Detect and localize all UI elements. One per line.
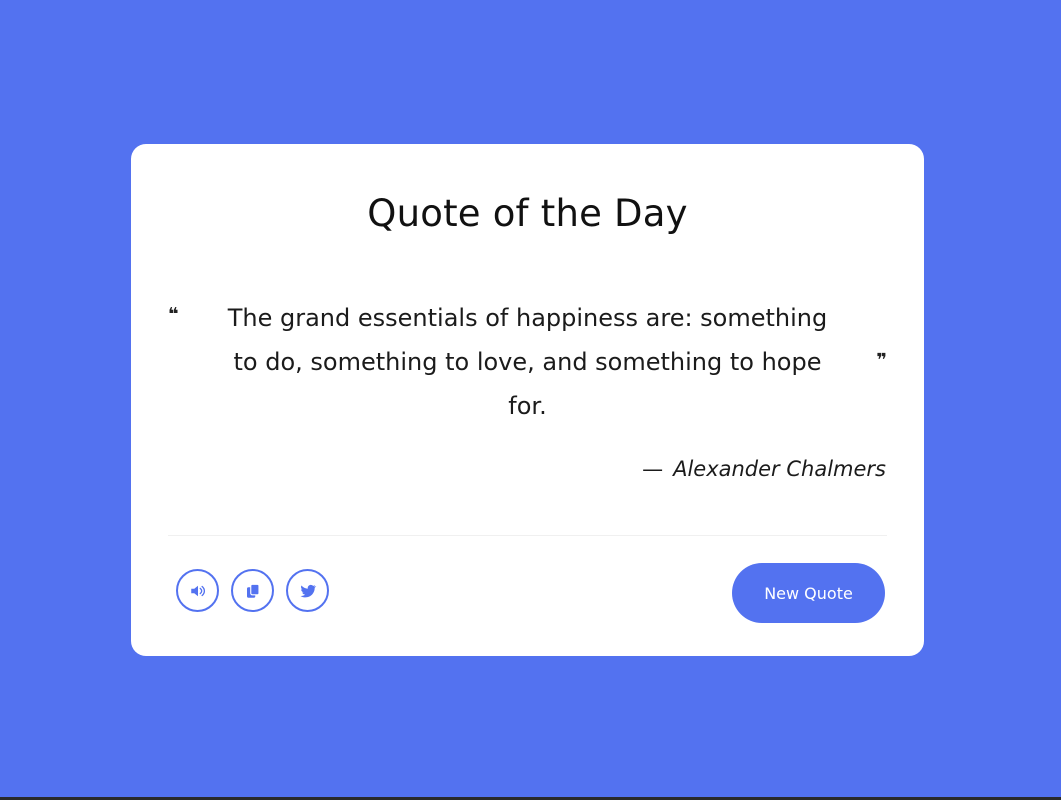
open-quote-icon: ❝ [168,304,179,325]
copy-button[interactable] [231,569,274,612]
twitter-icon [299,582,317,600]
page-title: Quote of the Day [367,192,688,235]
new-quote-button[interactable]: New Quote [732,563,885,623]
quote-card: Quote of the Day ❝ The grand essentials … [131,144,924,656]
speak-button[interactable] [176,569,219,612]
divider [168,535,887,536]
twitter-button[interactable] [286,569,329,612]
quote-text: The grand essentials of happiness are: s… [227,304,828,420]
author: — Alexander Chalmers [642,457,886,481]
author-dash: — [642,457,664,481]
author-name: Alexander Chalmers [673,457,886,481]
quote-area: ❝ The grand essentials of happiness are:… [168,296,887,436]
speaker-icon [189,582,207,600]
action-icons [176,569,329,612]
copy-icon [244,582,262,600]
close-quote-icon: ❞ [876,350,887,371]
